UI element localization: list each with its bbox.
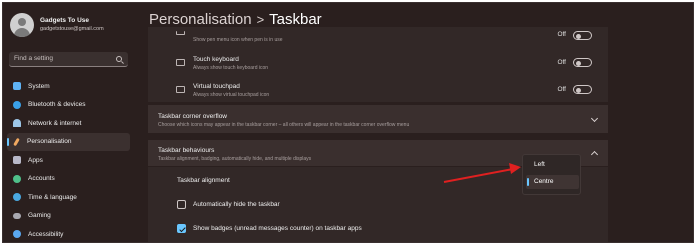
sidebar-item-label: Accessibility <box>28 230 64 238</box>
sidebar-item-time-language[interactable]: Time & language <box>7 188 130 206</box>
sidebar-item-label: Gaming <box>28 212 51 219</box>
sidebar-item-label: System <box>28 82 50 90</box>
sidebar-item-label: Personalisation <box>27 138 72 145</box>
sidebar-item-gaming[interactable]: Gaming <box>7 207 130 225</box>
sidebar-item-label: Bluetooth & devices <box>28 101 86 108</box>
search-icon[interactable] <box>116 56 122 62</box>
sidebar-item-bluetooth[interactable]: Bluetooth & devices <box>7 96 130 114</box>
brush-icon <box>13 137 20 146</box>
settings-window: Gadgets To Use gadgetstouse@gmail.com Fi… <box>2 2 694 243</box>
sidebar-item-network[interactable]: Network & internet <box>7 114 130 132</box>
apps-icon <box>13 156 21 164</box>
sidebar-item-system[interactable]: System <box>7 77 130 95</box>
avatar-body <box>14 28 30 37</box>
search-placeholder: Find a setting <box>14 55 54 62</box>
sidebar-item-accessibility[interactable]: Accessibility <box>7 225 130 242</box>
search-input[interactable]: Find a setting <box>9 52 128 67</box>
sidebar-item-label: Apps <box>28 156 43 164</box>
globe-clock-icon <box>13 193 21 201</box>
sidebar: Gadgets To Use gadgetstouse@gmail.com Fi… <box>3 3 134 242</box>
sidebar-item-label: Network & internet <box>28 119 82 127</box>
annotation-arrow <box>443 163 521 183</box>
sidebar-item-apps[interactable]: Apps <box>7 151 130 169</box>
arrow-head <box>509 163 521 174</box>
person-icon <box>13 174 21 183</box>
main-content: Personalisation > Taskbar Show pen menu ic… <box>139 3 693 242</box>
user-name: Gadgets To Use <box>40 17 90 24</box>
sidebar-nav: System Bluetooth & devices Network & int… <box>7 77 130 242</box>
arrow-shaft <box>443 168 514 183</box>
avatar[interactable] <box>10 13 34 37</box>
user-email: gadgetstouse@gmail.com <box>40 26 104 32</box>
avatar-head <box>18 18 26 26</box>
bluetooth-icon <box>13 100 21 109</box>
monitor-icon <box>13 82 21 90</box>
accessibility-icon <box>13 230 21 238</box>
wifi-icon <box>13 119 21 127</box>
controller-icon <box>13 212 21 219</box>
sidebar-item-label: Accounts <box>28 175 55 182</box>
sidebar-item-label: Time & language <box>28 193 77 201</box>
sidebar-item-accounts[interactable]: Accounts <box>7 170 130 188</box>
sidebar-item-personalisation[interactable]: Personalisation <box>7 132 130 151</box>
